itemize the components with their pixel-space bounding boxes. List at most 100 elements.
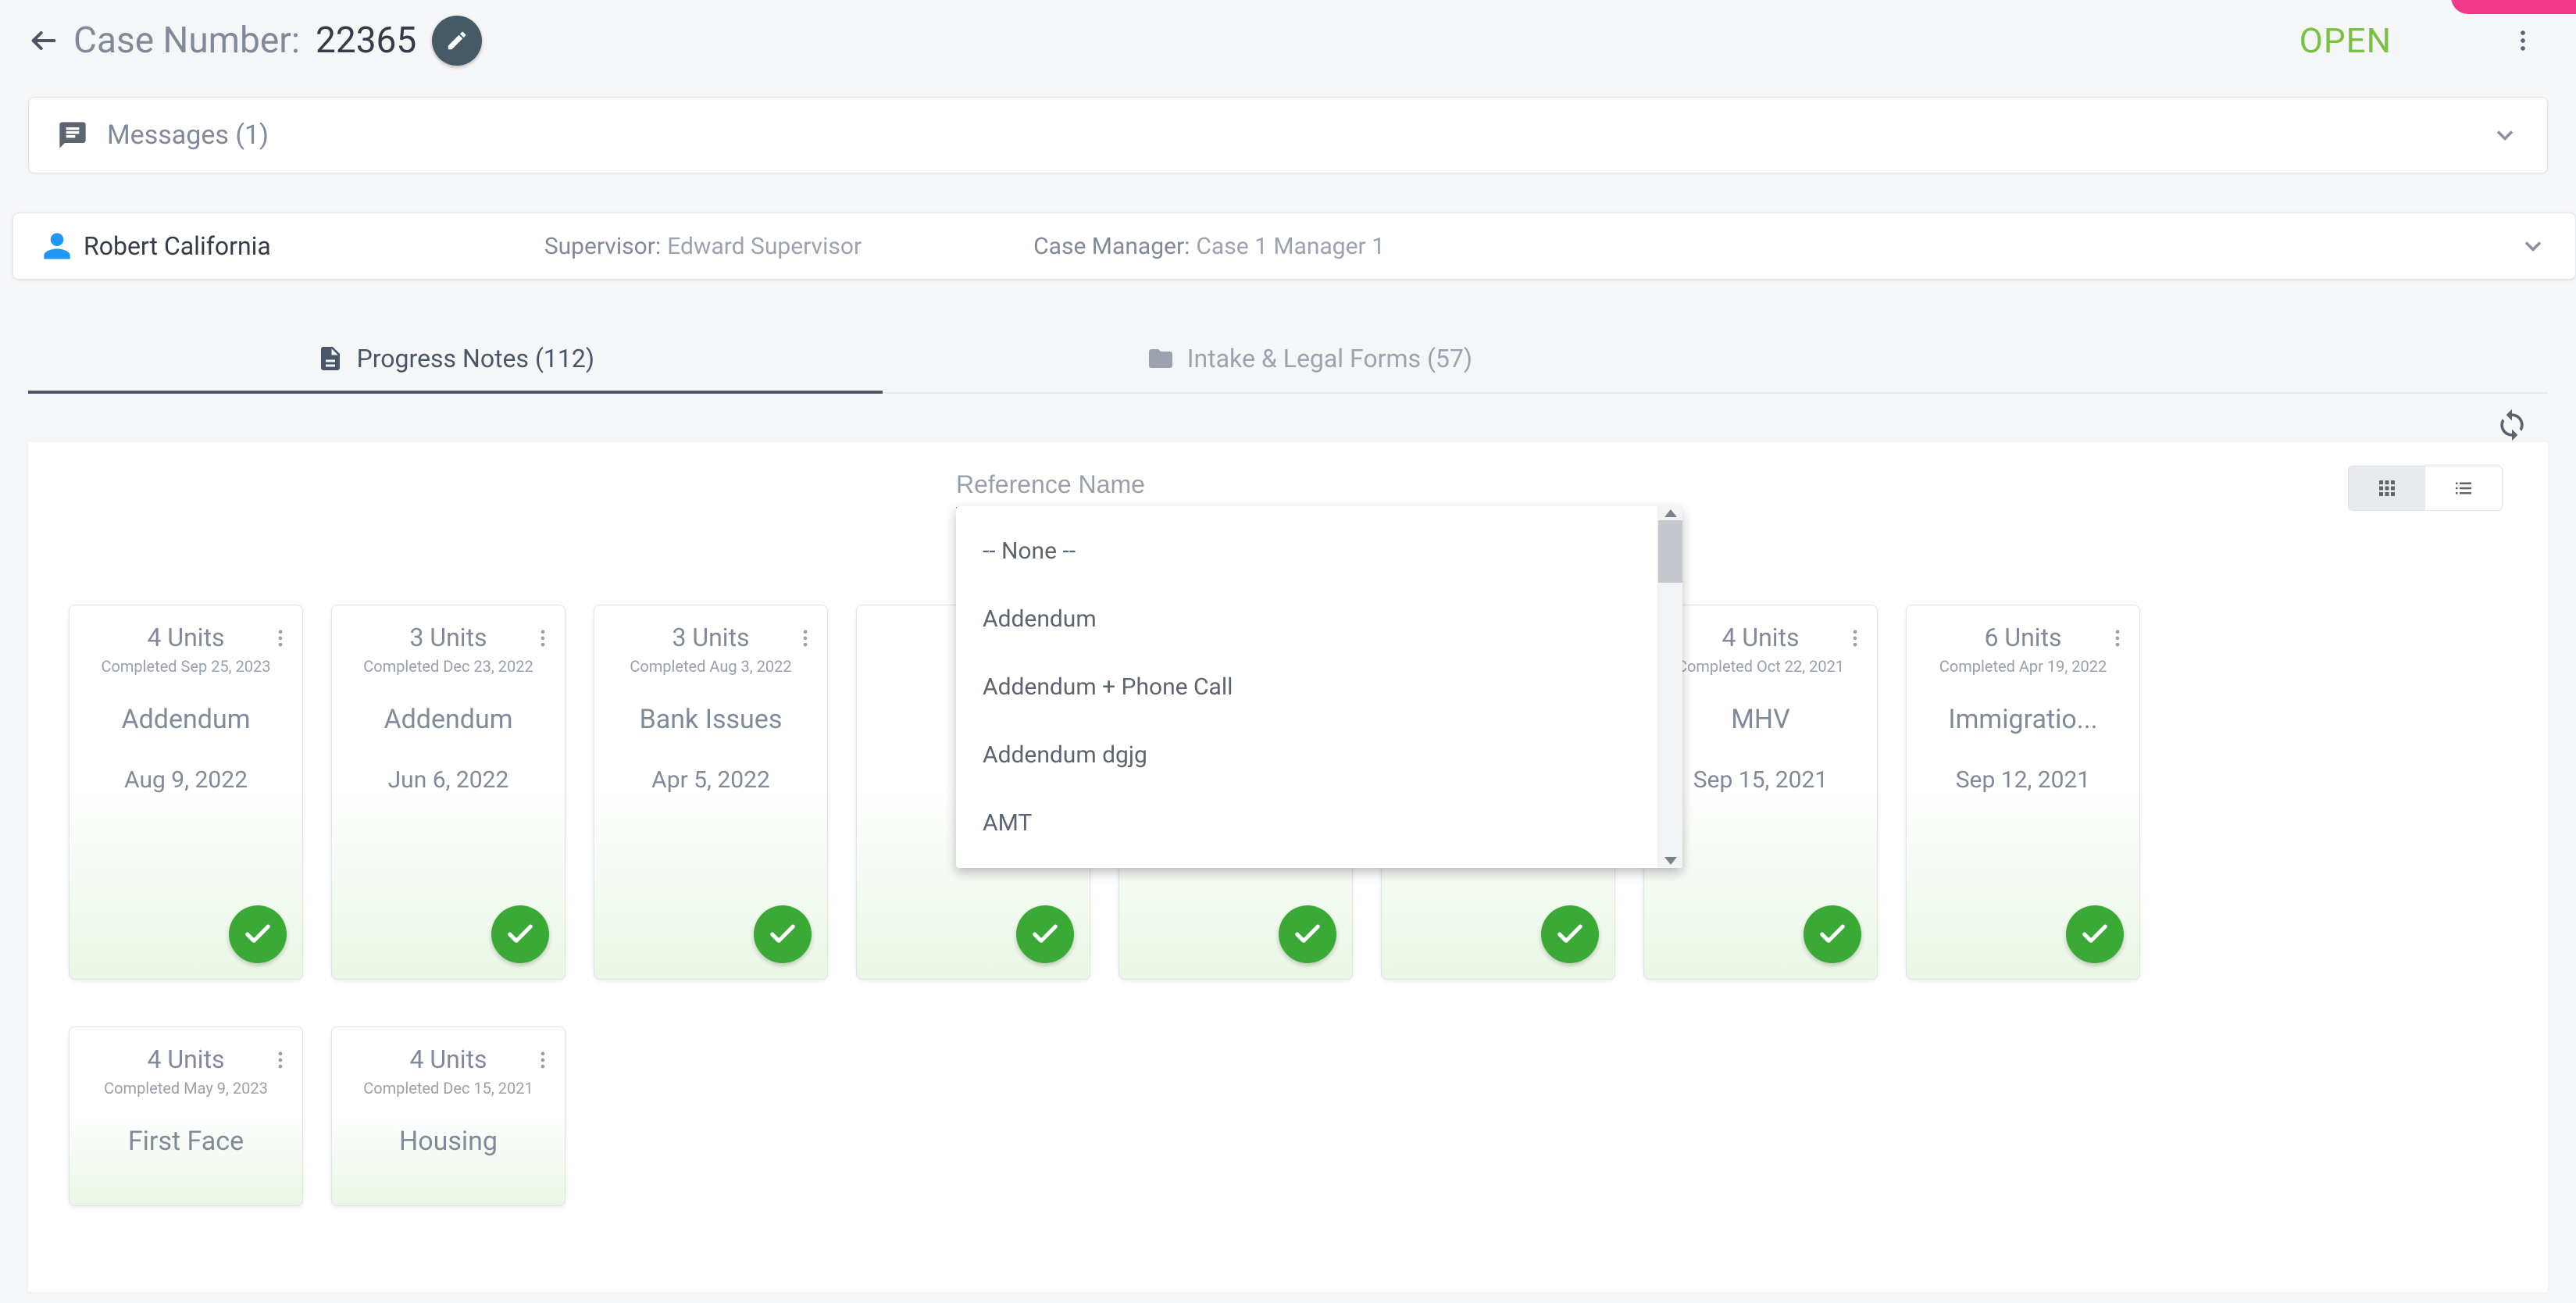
top-right-accent [2451,0,2576,14]
client-panel[interactable]: Robert California Supervisor: Edward Sup… [12,212,2576,280]
card-date: Aug 9, 2022 [70,766,302,794]
more-vert-icon [794,627,816,649]
card-completed: Completed Apr 19, 2022 [1907,657,2139,676]
card-units: 3 Units [594,623,827,652]
reference-name-dropdown: -- None -- Addendum Addendum + Phone Cal… [956,506,1682,868]
card-title: First Face [70,1126,302,1157]
card-completed: Completed May 9, 2023 [70,1079,302,1098]
card-units: 4 Units [332,1044,565,1074]
message-icon [57,120,88,151]
document-icon [316,344,344,373]
notes-grid-area: -- None -- Addendum Addendum + Phone Cal… [28,442,2548,1292]
card-title: Immigratio... [1907,704,2139,735]
card-units: 6 Units [1907,623,2139,652]
case-manager-label: Case Manager: [1033,233,1190,260]
dropdown-item[interactable]: -- None -- [956,517,1657,585]
arrow-left-icon [28,25,59,56]
card-units: 3 Units [332,623,565,652]
header-menu-button[interactable] [2501,19,2545,62]
tab-intake-forms[interactable]: Intake & Legal Forms (57) [883,327,1737,394]
person-icon [41,230,73,262]
card-units: 4 Units [70,1044,302,1074]
list-icon [2452,477,2475,500]
expand-client[interactable] [2519,232,2547,260]
case-number: 22365 [316,20,416,62]
note-card[interactable]: 3 Units Completed Aug 3, 2022 Bank Issues A… [594,605,828,980]
pencil-icon [445,29,469,52]
note-card[interactable]: 3 UnitsCompleted Dec 23, 2022AddendumJun… [331,605,566,980]
card-completed: Completed Aug 3, 2022 [594,657,827,676]
more-vert-icon [2107,627,2128,649]
card-completed: Completed Dec 15, 2021 [332,1079,565,1098]
note-card[interactable]: 4 Units Completed Dec 15, 2021 Housing [331,1026,566,1206]
view-toggle [2348,466,2503,511]
expand-messages[interactable] [2491,121,2519,149]
scroll-up-icon [1664,509,1677,517]
card-complete-badge [1016,905,1074,963]
check-icon [767,919,798,950]
chevron-down-icon [2491,121,2519,149]
card-menu-button[interactable] [1844,627,1866,649]
card-menu-button[interactable] [794,627,816,649]
folder-icon [1147,344,1175,373]
tab-label: Intake & Legal Forms (57) [1187,344,1472,373]
dropdown-item[interactable]: AMT [956,789,1657,857]
status-badge: OPEN [2299,20,2392,61]
check-icon [2079,919,2110,950]
messages-panel[interactable]: Messages (1) [28,97,2548,173]
grid-icon [2375,477,2399,500]
tab-progress-notes[interactable]: Progress Notes (112) [28,327,883,394]
card-complete-badge [1804,905,1861,963]
card-menu-button[interactable] [2107,627,2128,649]
dropdown-item[interactable]: Addendum + Phone Call [956,653,1657,721]
check-icon [1292,919,1323,950]
list-view-button[interactable] [2425,466,2502,510]
check-icon [505,919,536,950]
card-complete-badge [754,905,812,963]
card-date: Jun 6, 2022 [332,766,565,794]
sync-button[interactable] [2495,408,2529,442]
reference-name-input[interactable] [956,466,1511,509]
check-icon [1817,919,1848,950]
sync-icon [2495,408,2529,442]
tab-label: Progress Notes (112) [357,344,594,373]
back-button[interactable] [22,19,66,62]
dropdown-item[interactable]: Addendum dgjg [956,721,1657,789]
card-menu-button[interactable] [269,627,291,649]
supervisor-label: Supervisor: [544,233,661,260]
card-title: Housing [332,1126,565,1157]
case-label: Case Number: [73,20,300,62]
card-menu-button[interactable] [269,1049,291,1071]
edit-case-button[interactable] [432,16,482,66]
dropdown-item[interactable]: Addendum [956,585,1657,653]
more-vert-icon [2510,27,2536,54]
note-card[interactable]: 4 Units Completed May 9, 2023 First Face [69,1026,303,1206]
more-vert-icon [269,627,291,649]
card-complete-badge [229,905,287,963]
note-card[interactable]: 4 Units Completed Sep 25, 2023 Addendum Aug… [69,605,303,980]
card-menu-button[interactable] [532,1049,554,1071]
card-complete-badge [1279,905,1336,963]
more-vert-icon [532,627,554,649]
card-complete-badge [1541,905,1599,963]
more-vert-icon [269,1049,291,1071]
note-card[interactable]: 6 Units Completed Apr 19, 2022 Immigratio.… [1906,605,2140,980]
scroll-down-icon [1664,857,1677,865]
dropdown-scrollbar[interactable] [1657,506,1682,868]
card-complete-badge [2066,905,2124,963]
chevron-down-icon [2519,232,2547,260]
card-completed: Completed Sep 25, 2023 [70,657,302,676]
card-units: 4 Units [70,623,302,652]
messages-label: Messages (1) [107,120,269,151]
check-icon [242,919,273,950]
grid-view-button[interactable] [2349,466,2425,510]
case-manager-value: Case 1 Manager 1 [1196,233,1385,260]
card-title: Bank Issues [594,704,827,735]
client-name: Robert California [84,231,271,261]
card-date: Apr 5, 2022 [594,766,827,794]
card-completed: Completed Dec 23, 2022 [332,657,565,676]
card-title: Addendum [70,704,302,735]
card-menu-button[interactable] [532,627,554,649]
page-title: Case Number: 22365 [73,16,482,66]
scroll-thumb[interactable] [1658,520,1682,583]
